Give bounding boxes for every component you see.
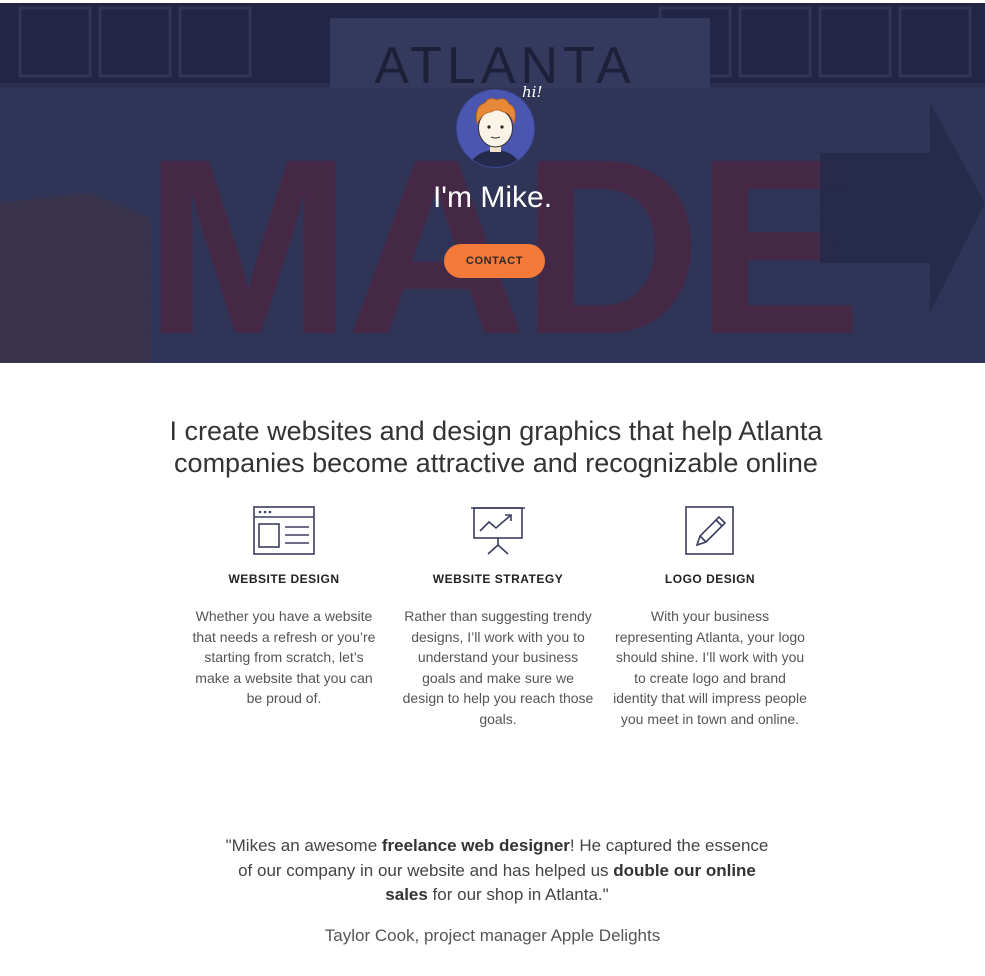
testimonial-author: Taylor Cook, project manager Apple Delig… (324, 926, 661, 945)
hero-content: hi! I'm Mike. CONTACT (0, 3, 985, 363)
service-description: With your business representing Atlanta,… (613, 608, 807, 727)
testimonial-text: "Mikes an awesome (225, 836, 382, 855)
browser-window-icon (253, 506, 315, 555)
testimonial-text: for our shop in Atlanta." (427, 885, 609, 904)
service-title: WEBSITE STRATEGY (432, 572, 564, 586)
service-logo-design: LOGO DESIGN With your business represent… (612, 505, 808, 730)
service-title: WEBSITE DESIGN (228, 572, 340, 586)
service-website-strategy: WEBSITE STRATEGY Rather than suggesting … (400, 505, 596, 730)
presentation-chart-icon (471, 507, 525, 555)
hero-section: ATLANTA MADE hi! I'm Mike. CONTACT (0, 0, 985, 363)
service-description: Rather than suggesting trendy designs, I… (402, 608, 594, 727)
service-website-design: WEBSITE DESIGN Whether you have a websit… (186, 505, 382, 709)
pencil-edit-icon (685, 506, 734, 555)
greeting-bubble: hi! (522, 83, 543, 101)
testimonial-quote: "Mikes an awesome freelance web designer… (222, 834, 772, 908)
service-title: LOGO DESIGN (664, 572, 756, 586)
service-description: Whether you have a website that needs a … (192, 608, 376, 707)
page-title: I'm Mike. (432, 181, 553, 214)
avatar-group: hi! (456, 83, 543, 169)
testimonial-emphasis: freelance web designer (381, 836, 570, 855)
cartoon-face-icon (457, 90, 534, 167)
contact-button[interactable]: CONTACT (444, 244, 545, 278)
intro-headline: I create websites and design graphics th… (169, 416, 823, 478)
services-section: WEBSITE DESIGN Whether you have a websit… (180, 505, 810, 765)
